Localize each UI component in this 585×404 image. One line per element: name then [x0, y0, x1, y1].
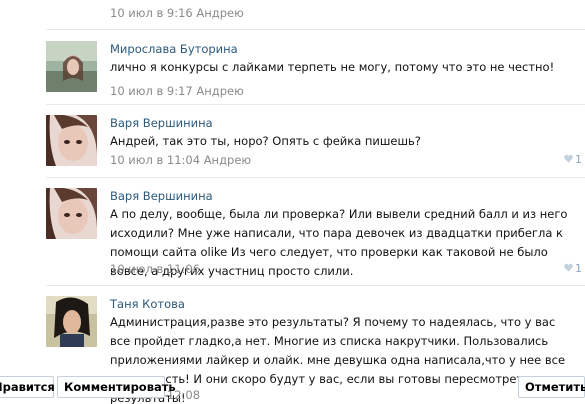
comment-author[interactable]: Варя Вершинина: [110, 116, 213, 130]
comment-text: Андрей, так это ты, норо? Опять с фейка …: [110, 134, 421, 148]
comment-author[interactable]: Таня Котова: [110, 297, 185, 311]
comment-meta: 10 июл в 11:06: [110, 262, 200, 276]
comment-divider: [46, 29, 585, 30]
comment-text: лично я конкурсы с лайками терпеть не мо…: [110, 60, 555, 74]
avatar-photo: [46, 41, 97, 92]
like-post-button[interactable]: Нравится: [0, 376, 55, 398]
comment-meta-top: 10 июл в 9:16 Андрею: [110, 6, 244, 20]
comment-button-label: Комментировать: [64, 380, 176, 394]
avatar[interactable]: [46, 296, 97, 347]
like-button[interactable]: 1: [564, 262, 582, 275]
mark-button[interactable]: Отметить: [518, 376, 585, 398]
comment-date[interactable]: 10 июл в 9:17: [110, 84, 193, 98]
heart-icon: [564, 263, 573, 272]
like-count: 1: [575, 153, 582, 166]
reply-to-link[interactable]: Андрею: [196, 6, 243, 20]
comment-author[interactable]: Мирослава Буторина: [110, 42, 238, 56]
comment-divider: [46, 177, 585, 178]
comment-button[interactable]: Комментировать: [57, 376, 176, 398]
like-button[interactable]: 1: [564, 153, 582, 166]
comment-divider: [46, 104, 585, 105]
comment-date[interactable]: 10 июл в 11:04: [110, 153, 200, 167]
comment-meta: 10 июл в 9:17 Андрею: [110, 84, 244, 98]
avatar[interactable]: [46, 115, 97, 166]
like-count: 1: [575, 262, 582, 275]
avatar[interactable]: [46, 188, 97, 239]
mark-button-label: Отметить: [525, 380, 585, 394]
avatar[interactable]: [46, 41, 97, 92]
comment-author[interactable]: Варя Вершинина: [110, 189, 213, 203]
reply-to-link[interactable]: Андрею: [204, 153, 251, 167]
comment-meta: 10 июл в 11:04 Андрею: [110, 153, 251, 167]
avatar-photo: [46, 296, 97, 347]
post-actions-bar: Нравится Комментировать Отметить: [0, 376, 585, 404]
avatar-photo: [46, 188, 97, 239]
heart-icon: [564, 154, 573, 163]
comment-date[interactable]: 10 июл в 11:06: [110, 262, 200, 276]
like-post-label: Нравится: [0, 380, 55, 394]
reply-to-link[interactable]: Андрею: [196, 84, 243, 98]
comment-divider: [46, 285, 585, 286]
avatar-photo: [46, 115, 97, 166]
comment-date[interactable]: 10 июл в 9:16: [110, 6, 193, 20]
